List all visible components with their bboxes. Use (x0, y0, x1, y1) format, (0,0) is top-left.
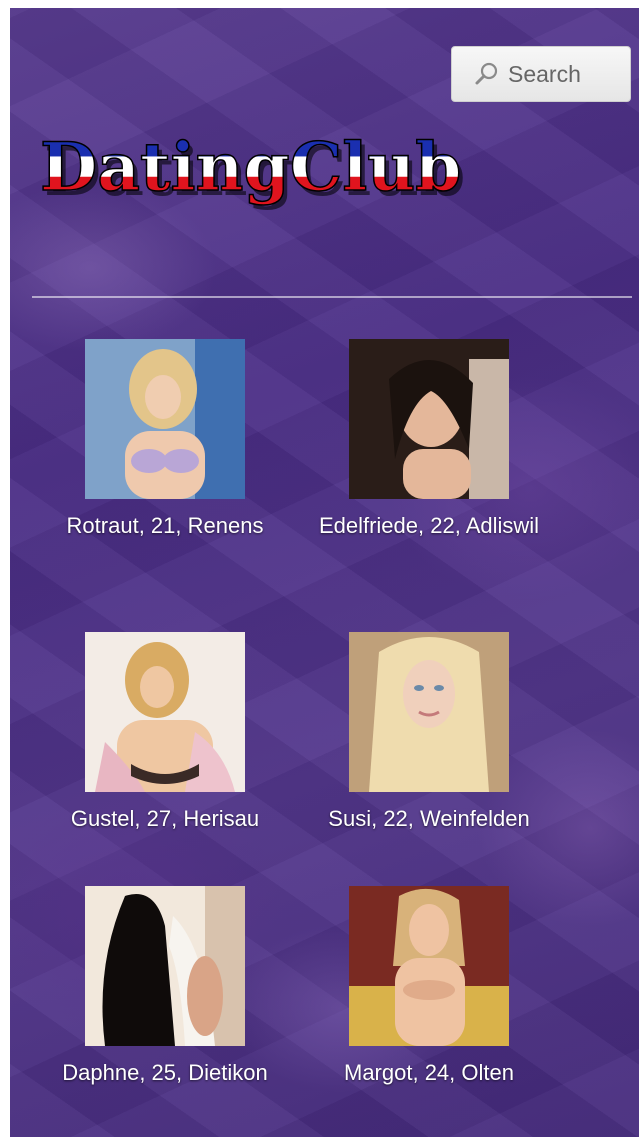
profile-caption[interactable]: Susi, 22, Weinfelden (304, 802, 554, 836)
page-background: Search DatingClub DatingClub Rotraut, 21… (10, 8, 639, 1137)
profile-card[interactable]: Susi, 22, Weinfelden (304, 632, 554, 836)
search-icon (475, 62, 498, 85)
search-button[interactable]: Search (451, 46, 631, 102)
profile-caption[interactable]: Margot, 24, Olten (304, 1056, 554, 1090)
profile-caption[interactable]: Gustel, 27, Herisau (40, 802, 290, 836)
profile-caption[interactable]: Daphne, 25, Dietikon (40, 1056, 290, 1090)
profile-photo[interactable] (85, 886, 245, 1046)
profile-photo[interactable] (349, 886, 509, 1046)
profile-caption[interactable]: Edelfriede, 22, Adliswil (304, 509, 554, 543)
profile-caption[interactable]: Rotraut, 21, Renens (40, 509, 290, 543)
header-divider (32, 296, 632, 298)
profile-card[interactable]: Margot, 24, Olten (304, 886, 554, 1090)
profile-photo[interactable] (349, 632, 509, 792)
profile-card[interactable]: Rotraut, 21, Renens (40, 339, 290, 543)
logo-text: DatingClub (40, 128, 461, 206)
search-label: Search (508, 60, 581, 87)
profile-card[interactable]: Gustel, 27, Herisau (40, 632, 290, 836)
profile-card[interactable]: Edelfriede, 22, Adliswil (304, 339, 554, 543)
profile-photo[interactable] (85, 339, 245, 499)
profile-photo[interactable] (85, 632, 245, 792)
site-logo[interactable]: DatingClub DatingClub (32, 120, 502, 230)
profile-photo[interactable] (349, 339, 509, 499)
profile-card[interactable]: Daphne, 25, Dietikon (40, 886, 290, 1090)
